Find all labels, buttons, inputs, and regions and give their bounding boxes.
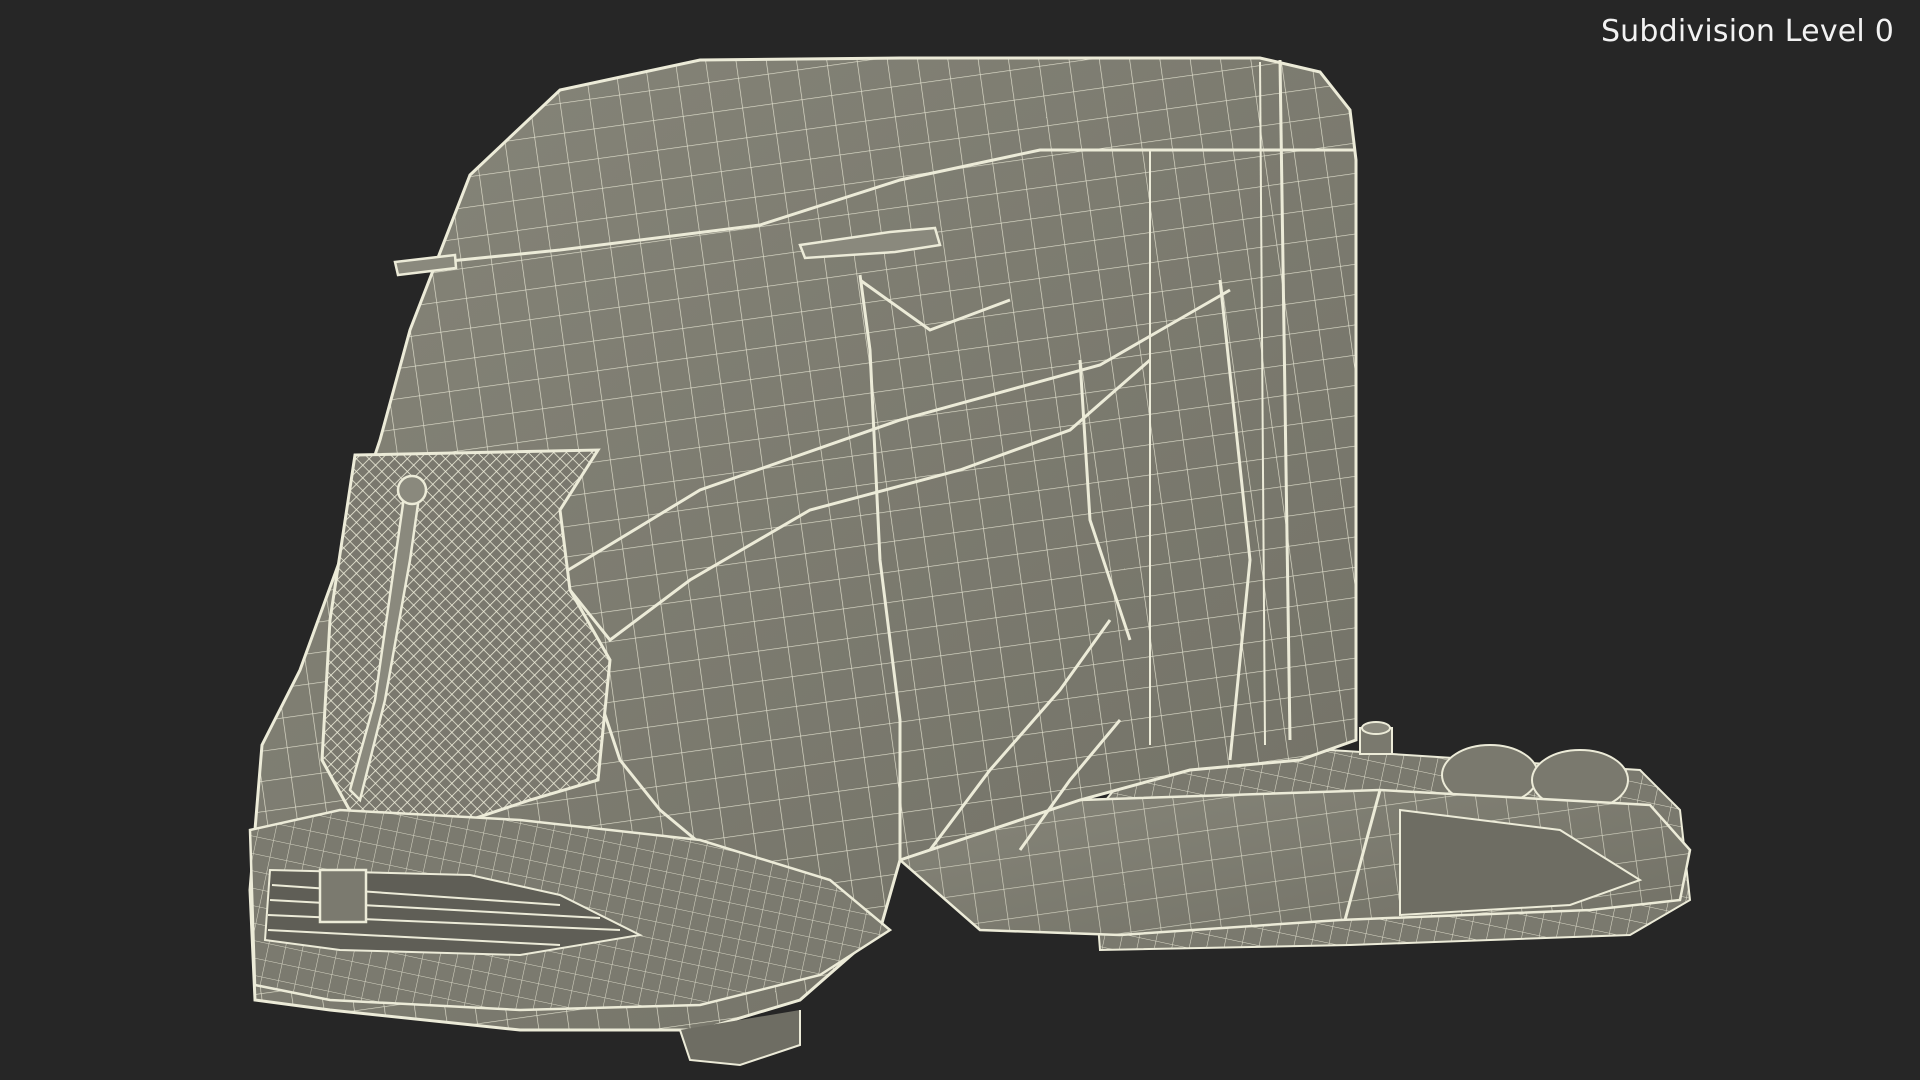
subdivision-level-label: Subdivision Level 0 xyxy=(1600,14,1894,49)
wireframe-truck-model xyxy=(248,56,1692,1067)
3d-viewport[interactable]: Subdivision Level 0 xyxy=(0,0,1920,1080)
license-plate-bracket xyxy=(318,868,368,924)
